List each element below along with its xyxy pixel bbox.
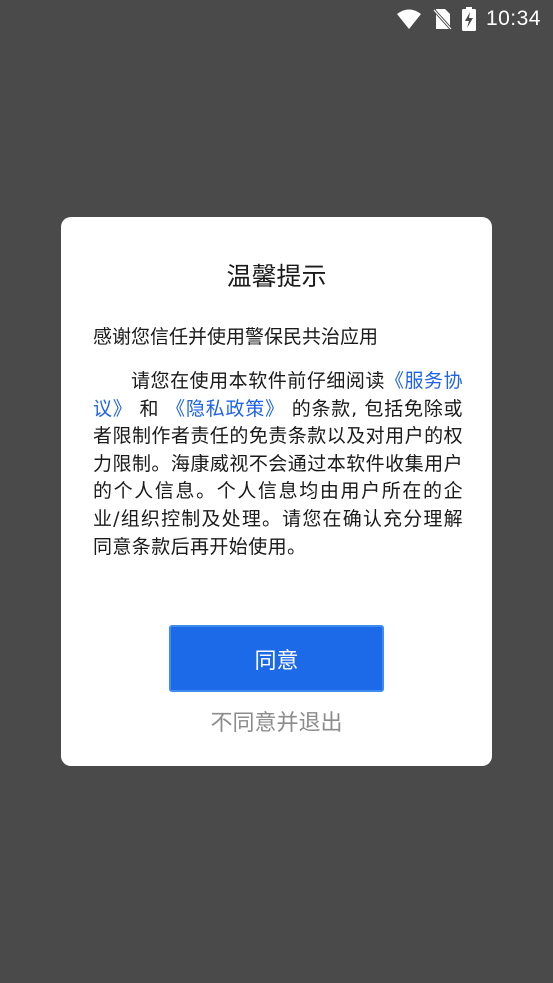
- body-text-part2: 和: [139, 397, 160, 420]
- disagree-exit-button[interactable]: 不同意并退出: [61, 707, 492, 741]
- dialog-intro: 感谢您信任并使用警保民共治应用: [93, 326, 379, 348]
- body-text-part3: 的条款, 包括免除或者限制作者责任的免责条款以及对用户的权力限制。海康威视不会通…: [93, 397, 463, 558]
- dialog-title: 温馨提示: [226, 262, 327, 291]
- status-time: 10:34: [485, 7, 541, 30]
- status-bar: 10:34: [0, 0, 553, 38]
- no-sim-icon: [432, 8, 452, 30]
- wifi-icon: [396, 8, 422, 30]
- battery-charging-icon: [461, 7, 476, 31]
- agree-button[interactable]: 同意: [169, 625, 384, 692]
- dialog-body: 请您在使用本软件前仔细阅读《服务协议》 和 《隐私政策》 的条款, 包括免除或者…: [93, 368, 463, 561]
- body-text-part1: 请您在使用本软件前仔细阅读: [131, 370, 385, 392]
- privacy-policy-link[interactable]: 《隐私政策》: [166, 398, 285, 420]
